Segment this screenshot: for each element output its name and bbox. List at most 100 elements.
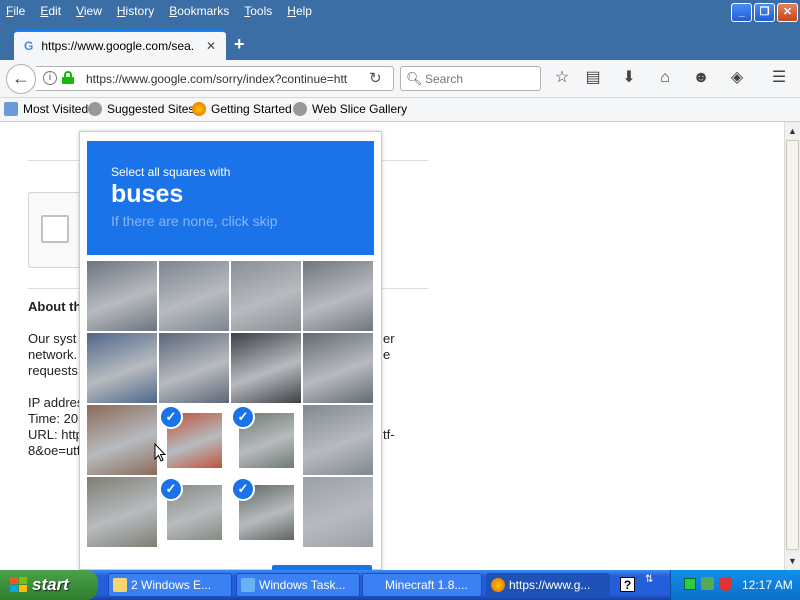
challenge-tile[interactable]: [303, 405, 373, 475]
search-icon: 🔍︎: [406, 71, 423, 86]
page-text-fragment: tf-: [383, 427, 395, 442]
challenge-keyword: buses: [111, 180, 184, 208]
library-icon[interactable]: ▤: [583, 68, 603, 88]
new-tab-icon[interactable]: +: [234, 34, 252, 54]
bookmark-star-icon[interactable]: ☆: [552, 68, 572, 88]
close-window-button[interactable]: ✕: [777, 3, 798, 22]
network-icon[interactable]: [684, 578, 696, 590]
challenge-tile[interactable]: [87, 477, 157, 547]
page-text-fragment: e: [383, 347, 391, 362]
checkmark-icon: ✓: [159, 405, 183, 429]
scroll-thumb[interactable]: [786, 140, 799, 550]
menu-view[interactable]: View: [76, 4, 102, 18]
taskbar-item-explorer[interactable]: 2 Windows E...: [108, 573, 232, 597]
challenge-tile[interactable]: [159, 261, 229, 331]
globe-icon: [293, 102, 307, 116]
tile-image: [303, 333, 373, 403]
ip-address-text: IP addres: [28, 395, 84, 410]
hamburger-menu-icon[interactable]: ☰: [769, 68, 789, 88]
url-text[interactable]: https://www.google.com/sorry/index?conti…: [86, 72, 347, 86]
checkmark-icon: ✓: [159, 477, 183, 501]
challenge-tile[interactable]: [87, 261, 157, 331]
challenge-tile[interactable]: [303, 477, 373, 547]
scroll-up-icon[interactable]: ▲: [785, 123, 800, 139]
menu-help[interactable]: Help: [287, 4, 312, 18]
google-favicon-icon: G: [24, 39, 34, 53]
language-icon[interactable]: ⇅: [645, 574, 653, 585]
tile-image: [87, 405, 157, 475]
challenge-tile[interactable]: [159, 333, 229, 403]
tab-active[interactable]: G https://www.google.com/sea... ✕: [14, 30, 226, 60]
tile-image: [159, 333, 229, 403]
bookmark-most-visited[interactable]: Most Visited: [4, 102, 88, 116]
time-text: Time: 20: [28, 411, 79, 426]
page-text-line: requests: [28, 363, 78, 378]
tile-image: [303, 405, 373, 475]
menu-bookmarks[interactable]: Bookmarks: [169, 4, 229, 18]
bookmark-getting-started[interactable]: Getting Started: [192, 102, 292, 116]
challenge-subtext: If there are none, click skip: [111, 213, 278, 229]
challenge-tile[interactable]: ✓: [231, 405, 301, 475]
url-info-text: 8&oe=utf: [28, 443, 81, 458]
challenge-tile[interactable]: ✓: [159, 405, 229, 475]
challenge-tile[interactable]: [87, 333, 157, 403]
taskbar-item-firefox[interactable]: https://www.g...: [486, 573, 610, 597]
menu-bar: File Edit View History Bookmarks Tools H…: [0, 0, 800, 22]
bookmark-label: Getting Started: [211, 102, 292, 116]
checkmark-icon: ✓: [231, 477, 255, 501]
challenge-tile-grid: ✓ ✓ ✓ ✓: [87, 261, 374, 547]
challenge-tile[interactable]: ✓: [159, 477, 229, 547]
bookmark-suggested-sites[interactable]: Suggested Sites: [88, 102, 194, 116]
reload-icon[interactable]: ↻: [369, 69, 382, 87]
checkmark-icon: ✓: [231, 405, 255, 429]
pocket-icon[interactable]: ◈: [727, 68, 747, 88]
task-label: 2 Windows E...: [131, 578, 212, 592]
home-icon[interactable]: ⌂: [655, 68, 675, 88]
clock: 12:17 AM: [742, 578, 793, 592]
search-placeholder: Search: [425, 72, 464, 86]
recaptcha-checkbox[interactable]: [41, 215, 69, 243]
challenge-tile[interactable]: [303, 261, 373, 331]
task-label: Windows Task...: [259, 578, 346, 592]
task-label: Minecraft 1.8....: [385, 578, 468, 592]
info-icon[interactable]: i: [43, 71, 57, 85]
tile-image: [87, 333, 157, 403]
tray-app-icon[interactable]: [701, 577, 714, 590]
shield-icon[interactable]: [719, 577, 732, 591]
restore-button[interactable]: ❐: [754, 3, 775, 22]
challenge-tile[interactable]: [303, 333, 373, 403]
task-label: https://www.g...: [509, 578, 591, 592]
bookmark-web-slice-gallery[interactable]: Web Slice Gallery: [293, 102, 407, 116]
tile-image: [303, 477, 373, 547]
menu-history[interactable]: History: [117, 4, 154, 18]
menu-file[interactable]: File: [6, 4, 25, 18]
help-icon[interactable]: ?: [620, 577, 635, 592]
challenge-tile[interactable]: ✓: [231, 477, 301, 547]
firefox-icon: [491, 578, 505, 592]
taskbar-item-minecraft[interactable]: Minecraft 1.8....: [362, 573, 482, 597]
bookmark-label: Web Slice Gallery: [312, 102, 408, 116]
download-icon[interactable]: ⬇: [619, 68, 639, 88]
bookmark-label: Most Visited: [23, 102, 89, 116]
challenge-instruction: Select all squares with: [111, 165, 231, 179]
minimize-button[interactable]: _: [731, 3, 752, 22]
about-heading: About th: [28, 299, 82, 314]
lock-icon: [62, 71, 74, 84]
menu-tools[interactable]: Tools: [244, 4, 272, 18]
taskbar-item-task-manager[interactable]: Windows Task...: [236, 573, 360, 597]
page-text-line: network.: [28, 347, 78, 362]
folder-icon: [113, 578, 127, 592]
back-button[interactable]: ←: [6, 64, 36, 94]
challenge-tile[interactable]: [231, 261, 301, 331]
challenge-tile[interactable]: [231, 333, 301, 403]
bookmark-label: Suggested Sites: [107, 102, 195, 116]
page-text-fragment: er: [383, 331, 395, 346]
tab-close-icon[interactable]: ✕: [206, 39, 216, 53]
tile-image: [87, 477, 157, 547]
scroll-down-icon[interactable]: ▼: [785, 553, 800, 569]
page-text-line: Our syst: [28, 331, 77, 346]
menu-edit[interactable]: Edit: [40, 4, 61, 18]
smiley-icon[interactable]: ☻: [691, 68, 711, 88]
challenge-tile[interactable]: [87, 405, 157, 475]
tab-title: https://www.google.com/sea...: [41, 39, 194, 53]
